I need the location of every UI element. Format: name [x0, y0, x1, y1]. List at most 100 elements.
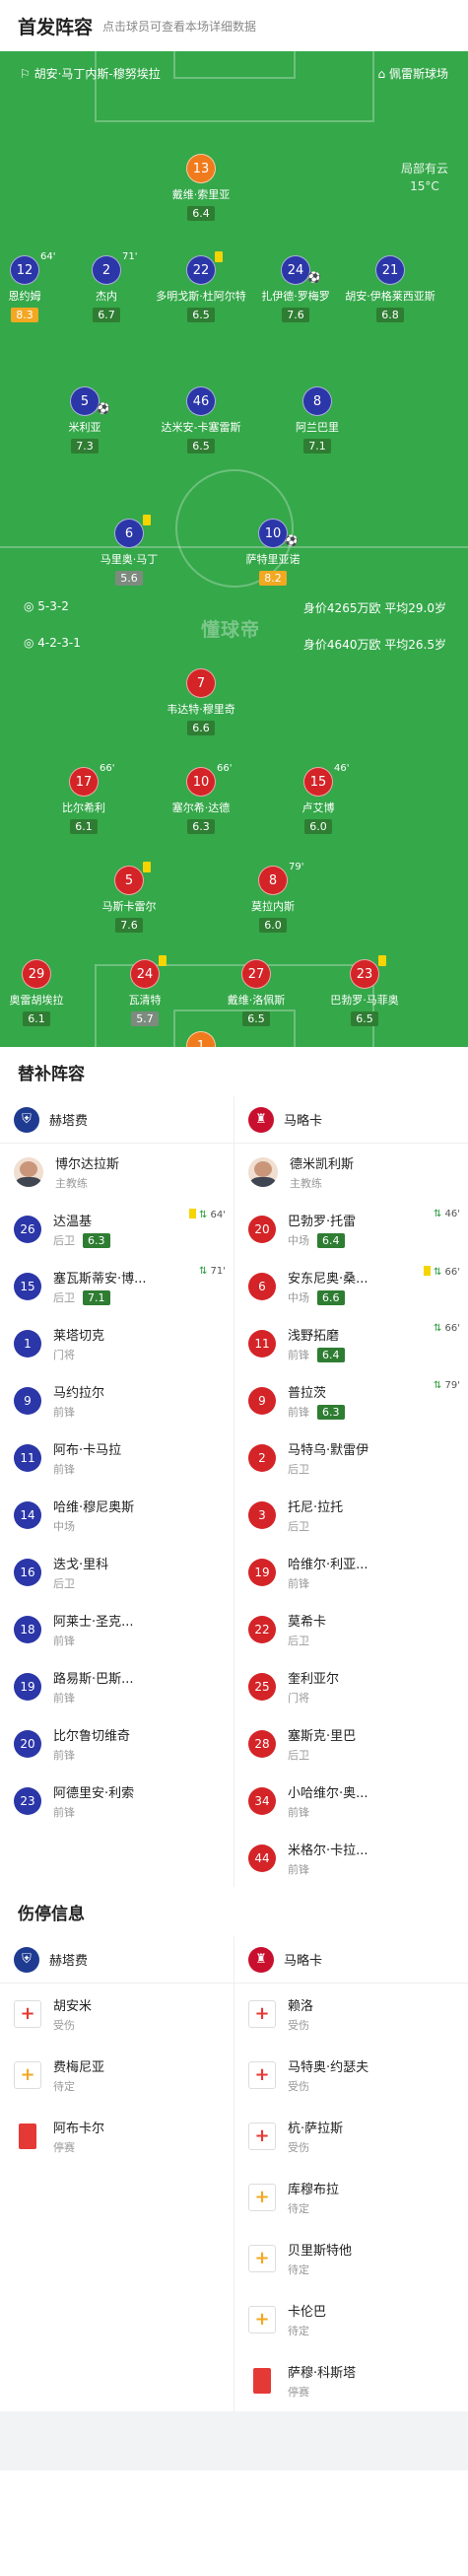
sub-player-position[interactable]: 前锋: [53, 1404, 104, 1420]
medical-kit-red-icon[interactable]: +: [248, 2123, 276, 2150]
player-rating[interactable]: 8.2: [259, 571, 287, 586]
home-coach-row[interactable]: 博尔达拉斯 主教练: [0, 1144, 234, 1201]
position-label[interactable]: 后卫: [288, 1747, 309, 1763]
jersey-number[interactable]: 10: [258, 519, 288, 548]
sub-player-position[interactable]: 前锋: [53, 1804, 134, 1820]
home-player[interactable]: 8 阿兰巴里 7.1: [270, 386, 365, 453]
substitution-time[interactable]: 46': [445, 1209, 460, 1219]
injured-player-name[interactable]: 杭·萨拉斯: [288, 2118, 343, 2136]
injury-row[interactable]: + 费梅尼亚 待定: [0, 2045, 234, 2106]
player-rating[interactable]: 6.5: [187, 308, 215, 322]
jersey-number[interactable]: 12: [10, 255, 39, 285]
jersey-number[interactable]: 34: [248, 1787, 276, 1815]
sub-player-name[interactable]: 阿德里安·利索: [53, 1782, 134, 1801]
player-name[interactable]: 韦达特·穆里奇: [154, 701, 248, 717]
sub-player-rating[interactable]: 6.4: [317, 1232, 345, 1248]
sub-player-info[interactable]: 哈维尔·利亚... 前锋: [288, 1554, 368, 1591]
sub-player-rating[interactable]: 6.3: [317, 1404, 345, 1420]
sub-player-name[interactable]: 巴勃罗·托雷: [288, 1211, 356, 1229]
sub-player-info[interactable]: 阿德里安·利索 前锋: [53, 1782, 134, 1820]
position-label[interactable]: 前锋: [53, 1633, 75, 1648]
player-name[interactable]: 马斯卡雷尔: [82, 898, 176, 914]
sub-player-position[interactable]: 后卫: [288, 1518, 343, 1534]
position-label[interactable]: 前锋: [53, 1404, 75, 1420]
away-player[interactable]: 5 马斯卡雷尔 7.6: [82, 862, 176, 933]
injured-player-name[interactable]: 卡伦巴: [288, 2301, 326, 2320]
substitution-time[interactable]: 79': [445, 1380, 460, 1391]
home-player[interactable]: 2 71' 杰内 6.7: [59, 251, 154, 322]
home-player[interactable]: 6 马里奥·马丁 5.6: [82, 515, 176, 586]
substitution-in-icon[interactable]: ⇅: [434, 1323, 445, 1334]
substitution-event[interactable]: 71': [122, 251, 137, 262]
player-name[interactable]: 多明戈斯·杜阿尔特: [154, 288, 248, 304]
sub-player-info[interactable]: 达温基 后卫 6.3: [53, 1211, 110, 1248]
sub-player-row[interactable]: 20 比尔鲁切维奇 前锋: [0, 1715, 234, 1773]
jersey-number[interactable]: 1: [186, 1031, 216, 1047]
player-rating[interactable]: 6.1: [70, 819, 98, 834]
jersey-number[interactable]: 5: [114, 866, 144, 895]
sub-player-rating[interactable]: 7.1: [83, 1289, 110, 1305]
player-name[interactable]: 达米安-卡塞雷斯: [154, 419, 248, 435]
injured-player-name[interactable]: 库穆布拉: [288, 2179, 339, 2197]
player-name[interactable]: 杰内: [59, 288, 154, 304]
sub-player-position[interactable]: 前锋: [53, 1690, 134, 1706]
away-player[interactable]: 24 瓦清特 5.7: [98, 955, 192, 1026]
red-card-icon[interactable]: [19, 2123, 36, 2149]
sub-player-row[interactable]: 26 达温基 后卫 6.3 ⇅ 64': [0, 1201, 234, 1258]
sub-player-row[interactable]: 15 塞瓦斯蒂安·博... 后卫 7.1 ⇅ 71': [0, 1258, 234, 1315]
injured-player-name[interactable]: 赖洛: [288, 1995, 313, 2014]
sub-player-row[interactable]: 19 哈维尔·利亚... 前锋: [234, 1544, 468, 1601]
sub-player-name[interactable]: 阿莱士·圣克...: [53, 1611, 134, 1630]
substitution-event[interactable]: 64': [40, 251, 55, 262]
injured-player-name[interactable]: 胡安米: [53, 1995, 92, 2014]
medical-kit-yellow-icon[interactable]: +: [248, 2184, 276, 2211]
away-player[interactable]: 29 奥雷胡埃拉 6.1: [0, 959, 84, 1026]
jersey-number[interactable]: 22: [186, 255, 216, 285]
sub-player-info[interactable]: 马约拉尔 前锋: [53, 1382, 104, 1420]
injury-status[interactable]: 受伤: [288, 2017, 313, 2033]
player-rating[interactable]: 6.3: [187, 819, 215, 834]
player-rating[interactable]: 6.4: [187, 206, 215, 221]
jersey-number[interactable]: 25: [248, 1673, 276, 1701]
red-card-icon[interactable]: [253, 2368, 271, 2394]
substitution-time[interactable]: 64': [211, 1210, 226, 1220]
yellow-card-icon[interactable]: [143, 862, 151, 872]
sub-player-position[interactable]: 前锋: [53, 1461, 121, 1477]
jersey-number[interactable]: 13: [186, 154, 216, 183]
injury-info[interactable]: 阿布卡尔 停赛: [53, 2118, 104, 2155]
player-rating[interactable]: 6.0: [259, 918, 287, 933]
position-label[interactable]: 门将: [53, 1347, 75, 1362]
substitution-event[interactable]: 46': [334, 763, 349, 774]
away-player[interactable]: 15 46' 卢艾博 6.0: [271, 763, 366, 834]
substitution-in-icon[interactable]: ⇅: [199, 1210, 211, 1220]
position-label[interactable]: 前锋: [288, 1404, 309, 1420]
sub-player-position[interactable]: 中场 6.4: [288, 1232, 356, 1248]
home-player[interactable]: 13 戴维·索里亚 6.4: [154, 154, 248, 221]
player-rating[interactable]: 6.0: [304, 819, 332, 834]
sub-event[interactable]: ⇅ 79': [434, 1380, 460, 1391]
player-name[interactable]: 奥雷胡埃拉: [0, 992, 84, 1008]
player-name[interactable]: 巴勃罗·马菲奥: [317, 992, 412, 1008]
injury-row[interactable]: + 杭·萨拉斯 受伤: [234, 2106, 468, 2167]
sub-player-info[interactable]: 莫希卡 后卫: [288, 1611, 326, 1648]
away-player[interactable]: 17 66' 比尔希利 6.1: [36, 763, 131, 834]
player-name[interactable]: 瓦清特: [98, 992, 192, 1008]
sub-player-name[interactable]: 浅野拓磨: [288, 1325, 345, 1344]
player-rating[interactable]: 7.3: [71, 439, 99, 453]
injury-info[interactable]: 胡安米 受伤: [53, 1995, 92, 2033]
sub-event[interactable]: ⇅ 66': [434, 1323, 460, 1334]
sub-player-info[interactable]: 塞瓦斯蒂安·博... 后卫 7.1: [53, 1268, 147, 1305]
sub-player-row[interactable]: 44 米格尔·卡拉... 前锋: [234, 1830, 468, 1887]
sub-player-info[interactable]: 小哈维尔·奥... 前锋: [288, 1782, 368, 1820]
medical-kit-red-icon[interactable]: +: [248, 2000, 276, 2028]
away-player[interactable]: 10 66' 塞尔希·达德 6.3: [154, 763, 248, 834]
sub-player-rating[interactable]: 6.3: [83, 1232, 110, 1248]
injury-status[interactable]: 待定: [288, 2323, 326, 2338]
sub-player-position[interactable]: 前锋: [288, 1861, 368, 1877]
jersey-number[interactable]: 10: [186, 767, 216, 797]
position-label[interactable]: 中场: [288, 1289, 309, 1305]
sub-player-info[interactable]: 比尔鲁切维奇 前锋: [53, 1725, 130, 1763]
player-name[interactable]: 莫拉内斯: [226, 898, 320, 914]
sub-player-row[interactable]: 1 莱塔切克 门将: [0, 1315, 234, 1372]
player-name[interactable]: 米利亚: [37, 419, 132, 435]
